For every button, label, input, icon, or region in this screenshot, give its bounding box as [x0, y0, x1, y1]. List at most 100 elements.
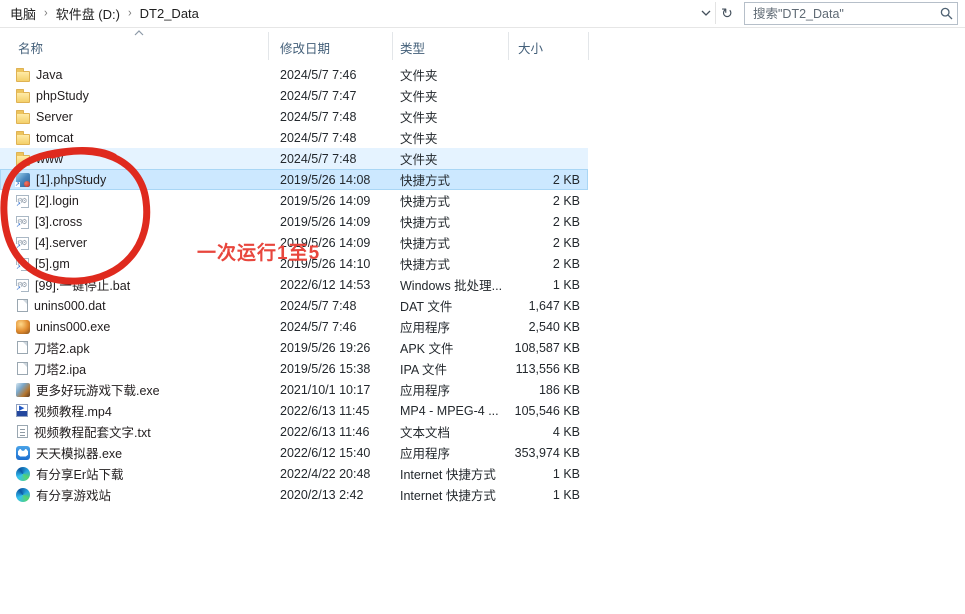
gear-shortcut-icon — [16, 216, 29, 229]
file-row[interactable]: 刀塔2.apk 2019/5/26 19:26 APK 文件 108,587 K… — [0, 337, 588, 358]
file-type: DAT 文件 — [392, 296, 508, 315]
file-name-cell: 刀塔2.apk — [0, 338, 268, 357]
column-divider[interactable] — [268, 32, 269, 60]
file-name-cell: [5].gm — [0, 257, 268, 271]
breadcrumb-item[interactable]: DT2_Data — [138, 6, 201, 21]
file-name-cell: tomcat — [0, 131, 268, 145]
file-type: 文件夹 — [392, 128, 508, 147]
file-date-modified: 2022/6/12 14:53 — [268, 278, 392, 292]
chevron-down-icon — [701, 10, 711, 16]
breadcrumb-item[interactable]: 软件盘 (D:) — [54, 4, 122, 23]
file-name-cell: 刀塔2.ipa — [0, 359, 268, 378]
file-row[interactable]: Java 2024/5/7 7:46 文件夹 — [0, 64, 588, 85]
file-row[interactable]: [1].phpStudy 2019/5/26 14:08 快捷方式 2 KB — [0, 169, 588, 190]
column-header-date[interactable]: 修改日期 — [280, 38, 330, 57]
column-header-size[interactable]: 大小 — [518, 38, 543, 57]
file-name: 天天模拟器.exe — [36, 443, 122, 462]
file-size: 353,974 KB — [508, 446, 588, 460]
file-type: Internet 快捷方式 — [392, 485, 508, 504]
file-row[interactable]: tomcat 2024/5/7 7:48 文件夹 — [0, 127, 588, 148]
search-input[interactable] — [745, 7, 935, 21]
file-row[interactable]: [2].login 2019/5/26 14:09 快捷方式 2 KB — [0, 190, 588, 211]
file-row[interactable]: [99].一键停止.bat 2022/6/12 14:53 Windows 批处… — [0, 274, 588, 295]
emulator-icon — [16, 446, 30, 460]
file-date-modified: 2022/4/22 20:48 — [268, 467, 392, 481]
file-name: www — [36, 152, 63, 166]
file-date-modified: 2024/5/7 7:48 — [268, 152, 392, 166]
file-name: 刀塔2.apk — [34, 338, 90, 357]
file-name: Server — [36, 110, 73, 124]
column-divider[interactable] — [508, 32, 509, 60]
file-name: [2].login — [35, 194, 79, 208]
file-type: 文件夹 — [392, 86, 508, 105]
file-name: phpStudy — [36, 89, 89, 103]
file-type: 文件夹 — [392, 149, 508, 168]
folder-icon — [16, 92, 30, 103]
file-name-cell: Java — [0, 68, 268, 82]
file-type: 快捷方式 — [392, 170, 508, 189]
file-name: tomcat — [36, 131, 74, 145]
file-date-modified: 2024/5/7 7:47 — [268, 89, 392, 103]
file-name: [99].一键停止.bat — [35, 275, 130, 294]
gear-shortcut-icon — [16, 279, 29, 292]
file-size: 2 KB — [508, 194, 588, 208]
file-name-cell: 有分享Er站下载 — [0, 464, 268, 483]
search-icon[interactable] — [935, 7, 957, 20]
file-type: 文件夹 — [392, 107, 508, 126]
file-row[interactable]: 视频教程.mp4 2022/6/13 11:45 MP4 - MPEG-4 ..… — [0, 400, 588, 421]
file-row[interactable]: [5].gm 2019/5/26 14:10 快捷方式 2 KB — [0, 253, 588, 274]
refresh-button[interactable]: ↻ — [715, 2, 738, 24]
file-date-modified: 2020/2/13 2:42 — [268, 488, 392, 502]
file-date-modified: 2024/5/7 7:48 — [268, 110, 392, 124]
file-row[interactable]: 有分享Er站下载 2022/4/22 20:48 Internet 快捷方式 1… — [0, 463, 588, 484]
address-dropdown-button[interactable] — [697, 2, 715, 24]
column-divider[interactable] — [392, 32, 393, 60]
file-row[interactable]: unins000.dat 2024/5/7 7:48 DAT 文件 1,647 … — [0, 295, 588, 316]
file-row[interactable]: 刀塔2.ipa 2019/5/26 15:38 IPA 文件 113,556 K… — [0, 358, 588, 379]
file-name-cell: phpStudy — [0, 89, 268, 103]
folder-icon — [16, 113, 30, 124]
file-date-modified: 2019/5/26 14:09 — [268, 194, 392, 208]
breadcrumb-item[interactable]: 电脑 — [8, 4, 38, 23]
file-type: APK 文件 — [392, 338, 508, 357]
file-row[interactable]: 天天模拟器.exe 2022/6/12 15:40 应用程序 353,974 K… — [0, 442, 588, 463]
file-row[interactable]: 视频教程配套文字.txt 2022/6/13 11:46 文本文档 4 KB — [0, 421, 588, 442]
file-name-cell: unins000.dat — [0, 299, 268, 313]
file-name-cell: Server — [0, 110, 268, 124]
file-row[interactable]: [4].server 2019/5/26 14:09 快捷方式 2 KB — [0, 232, 588, 253]
file-row[interactable]: phpStudy 2024/5/7 7:47 文件夹 — [0, 85, 588, 106]
file-name: 视频教程配套文字.txt — [34, 422, 151, 441]
file-type: Internet 快捷方式 — [392, 464, 508, 483]
file-row[interactable]: Server 2024/5/7 7:48 文件夹 — [0, 106, 588, 127]
game-character-icon — [16, 320, 30, 334]
file-name: [5].gm — [35, 257, 70, 271]
file-date-modified: 2019/5/26 19:26 — [268, 341, 392, 355]
column-divider[interactable] — [588, 32, 589, 60]
address-controls: ↻ — [697, 2, 738, 24]
gear-shortcut-icon — [16, 195, 29, 208]
file-name: [3].cross — [35, 215, 82, 229]
blank-file-icon — [17, 299, 28, 312]
file-type: 应用程序 — [392, 443, 508, 462]
column-header-type[interactable]: 类型 — [400, 38, 425, 57]
file-date-modified: 2024/5/7 7:46 — [268, 320, 392, 334]
file-date-modified: 2021/10/1 10:17 — [268, 383, 392, 397]
folder-icon — [16, 134, 30, 145]
file-name-cell: 更多好玩游戏下载.exe — [0, 380, 268, 399]
file-name-cell: www — [0, 152, 268, 166]
file-date-modified: 2024/5/7 7:48 — [268, 131, 392, 145]
file-size: 113,556 KB — [508, 362, 588, 376]
file-date-modified: 2022/6/13 11:46 — [268, 425, 392, 439]
file-name: 视频教程.mp4 — [34, 401, 112, 420]
file-name-cell: [1].phpStudy — [0, 173, 268, 187]
file-name-cell: 有分享游戏站 — [0, 485, 268, 504]
file-name: 更多好玩游戏下载.exe — [36, 380, 160, 399]
file-row[interactable]: [3].cross 2019/5/26 14:09 快捷方式 2 KB — [0, 211, 588, 232]
file-row[interactable]: 有分享游戏站 2020/2/13 2:42 Internet 快捷方式 1 KB — [0, 484, 588, 505]
file-size: 1,647 KB — [508, 299, 588, 313]
file-row[interactable]: 更多好玩游戏下载.exe 2021/10/1 10:17 应用程序 186 KB — [0, 379, 588, 400]
file-row[interactable]: unins000.exe 2024/5/7 7:46 应用程序 2,540 KB — [0, 316, 588, 337]
file-row[interactable]: www 2024/5/7 7:48 文件夹 — [0, 148, 588, 169]
edge-browser-icon — [16, 467, 30, 481]
column-header-name[interactable]: 名称 — [18, 38, 43, 57]
